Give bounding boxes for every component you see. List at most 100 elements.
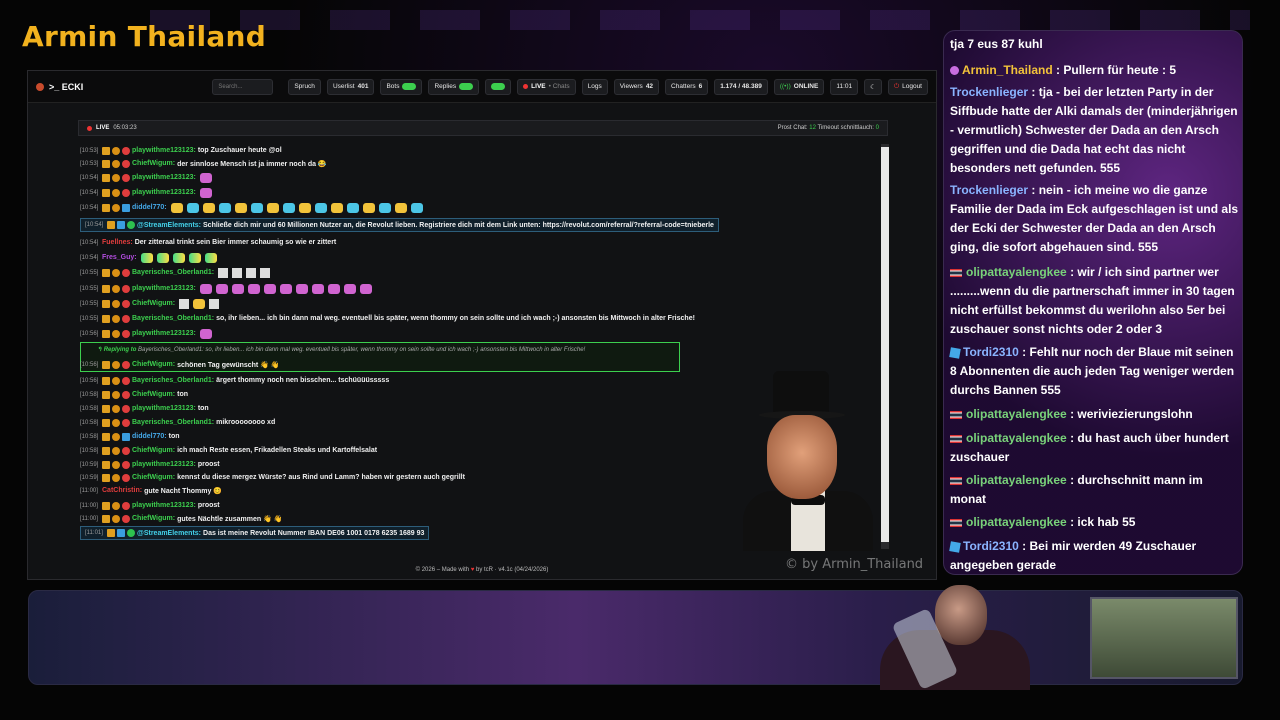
cube-icon	[949, 541, 961, 553]
chat-message[interactable]: [10:58] diddel770: ton	[80, 430, 180, 443]
chat-message[interactable]: [10:54] playwithme123123:	[80, 186, 212, 199]
emote-icon	[282, 202, 295, 213]
chat-message[interactable]: [10:56] playwithme123123:	[80, 327, 212, 340]
chat-message[interactable]: [11:01] @StreamElements: Das ist meine Rev…	[80, 526, 430, 540]
chat-message[interactable]: [10:56] Bayerisches_Oberland1: ärgert thom…	[80, 374, 389, 387]
message-timestamp: [11:00]	[80, 502, 98, 509]
moon-icon: ☾	[870, 83, 876, 91]
thai-flag-icon	[950, 410, 962, 419]
message-username: playwithme123123:	[132, 502, 196, 509]
spruch-button[interactable]: Spruch	[288, 78, 321, 95]
chat-message[interactable]: [10:56] ChiefWigum: schönen Tag gewünscht …	[80, 358, 280, 371]
chatters-label: Chatters	[671, 83, 696, 90]
status-badge-icon	[122, 432, 130, 441]
message-username: Fres_Guy:	[102, 254, 137, 261]
emote-icon	[346, 202, 359, 213]
search-input[interactable]: Search...	[212, 78, 273, 95]
sub-badge-icon	[112, 299, 120, 308]
emote-icon	[204, 252, 217, 263]
status-badge-icon	[122, 514, 130, 523]
theme-toggle[interactable]: ☾	[864, 78, 882, 95]
chat-message[interactable]: [10:53] ChiefWigum: der sinnlose Mensch is…	[80, 157, 327, 170]
thai-flag-icon	[950, 518, 962, 527]
chat-message[interactable]: [10:58] Bayerisches_Oberland1: mikrooooooo…	[80, 416, 275, 429]
moderator-badge-icon	[107, 221, 115, 229]
viewers-count: 42	[645, 83, 654, 90]
stat-label: Timeout schnittlauch:	[817, 125, 874, 131]
chat-message[interactable]: [10:54] @StreamElements: Schließe dich mir…	[80, 218, 719, 232]
emote-icon	[263, 283, 276, 294]
logout-button[interactable]: ⏻ Logout	[887, 78, 928, 95]
chat-message[interactable]: [11:00] CatChristin: gute Nacht Thommy 😊	[80, 484, 222, 497]
sub-badge-icon	[117, 529, 125, 537]
message-text: top Zuschauer heute @ol	[197, 147, 282, 154]
sub-badge-icon	[112, 432, 120, 441]
overlay-text: : ick hab 55	[1070, 515, 1136, 529]
emote-icon	[140, 252, 153, 263]
bottom-band	[28, 590, 1243, 685]
chat-message[interactable]: [10:54] Fres_Guy:	[80, 251, 217, 264]
emote-icon	[330, 202, 343, 213]
emote-icon	[410, 202, 423, 213]
userlist-button[interactable]: Userlist 401	[326, 78, 375, 95]
overlay-message: Armin_Thailand : Pullern für heute : 5	[950, 61, 1240, 80]
moderator-badge-icon	[102, 203, 110, 212]
emote-icon	[343, 283, 356, 294]
message-timestamp: [11:00]	[80, 515, 98, 522]
logs-button[interactable]: Logs	[581, 78, 608, 95]
moderator-badge-icon	[102, 390, 110, 399]
chat-message[interactable]: [10:59] ChiefWigum: kennst du diese mergez…	[80, 471, 465, 484]
viewers-button[interactable]: Viewers 42	[613, 78, 660, 95]
sub-badge-icon	[112, 473, 120, 482]
emote-icon	[247, 283, 260, 294]
messages-count[interactable]: 1.174 / 48.389	[714, 78, 768, 95]
sub-badge-icon	[112, 376, 120, 385]
sub-badge-icon	[112, 390, 120, 399]
bots-toggle[interactable]: Bots	[380, 78, 423, 95]
sub-badge-icon	[112, 314, 120, 323]
stat-value: 12	[809, 125, 816, 131]
moderator-badge-icon	[102, 418, 110, 427]
chat-message[interactable]: [10:58] ChiefWigum: ton	[80, 388, 188, 401]
chat-message[interactable]: [10:53] playwithme123123: top Zuschauer he…	[80, 144, 282, 157]
chat-message[interactable]: [10:54] playwithme123123:	[80, 171, 212, 184]
message-username: ChiefWigum:	[132, 515, 176, 522]
sub-badge-icon	[112, 284, 120, 293]
status-badge-icon	[122, 329, 130, 338]
chat-message[interactable]: [11:00] playwithme123123: proost	[80, 499, 220, 512]
emote-icon	[179, 298, 190, 309]
chat-message[interactable]: [10:54] diddel770:	[80, 201, 423, 214]
emote-icon	[378, 202, 391, 213]
overlay-username: olipattayalengkee	[966, 407, 1067, 421]
chat-message[interactable]: [10:58] ChiefWigum: ich mach Reste essen, …	[80, 444, 377, 457]
chat-message[interactable]: [10:55] ChiefWigum:	[80, 297, 220, 310]
userlist-count: 401	[357, 83, 369, 90]
sound-toggle[interactable]	[485, 78, 512, 95]
logo-icon	[36, 82, 44, 91]
message-timestamp: [10:58]	[80, 405, 99, 412]
live-chats-button[interactable]: LIVE • Chats	[517, 78, 576, 95]
app-logo[interactable]: >_ ECKI	[36, 82, 174, 92]
clock: 11:01	[830, 78, 859, 95]
chat-message[interactable]: [10:58] playwithme123123: ton	[80, 402, 209, 415]
message-timestamp: [10:54]	[85, 222, 104, 228]
emote-icon	[199, 328, 212, 339]
overlay-text: : Pullern für heute : 5	[1056, 63, 1177, 77]
message-text: mikroooooooo xd	[216, 419, 276, 426]
sub-badge-icon	[112, 173, 120, 182]
chat-message[interactable]: [10:55] Bayerisches_Oberland1:	[80, 266, 271, 279]
message-timestamp: [10:53]	[80, 160, 99, 167]
message-timestamp: [10:54]	[80, 204, 99, 211]
replies-toggle[interactable]: Replies	[428, 78, 480, 95]
chat-message[interactable]: [10:54] Fuellnes: Der zitteraal trinkt sei…	[80, 236, 336, 249]
emote-icon	[295, 283, 308, 294]
decor-bars	[150, 10, 1250, 30]
message-text: proost	[197, 502, 220, 509]
chat-message[interactable]: [10:59] playwithme123123: proost	[80, 458, 220, 471]
online-status[interactable]: ((•)) ONLINE	[773, 78, 825, 95]
live-dot-icon	[87, 125, 92, 131]
chatters-button[interactable]: Chatters 6	[665, 78, 709, 95]
chat-message[interactable]: [10:55] Bayerisches_Oberland1: so, ihr lie…	[80, 312, 695, 325]
chat-message[interactable]: [11:00] ChiefWigum: gutes Nächtle zusammen…	[80, 512, 282, 525]
chat-message[interactable]: [10:55] playwithme123123:	[80, 282, 372, 295]
